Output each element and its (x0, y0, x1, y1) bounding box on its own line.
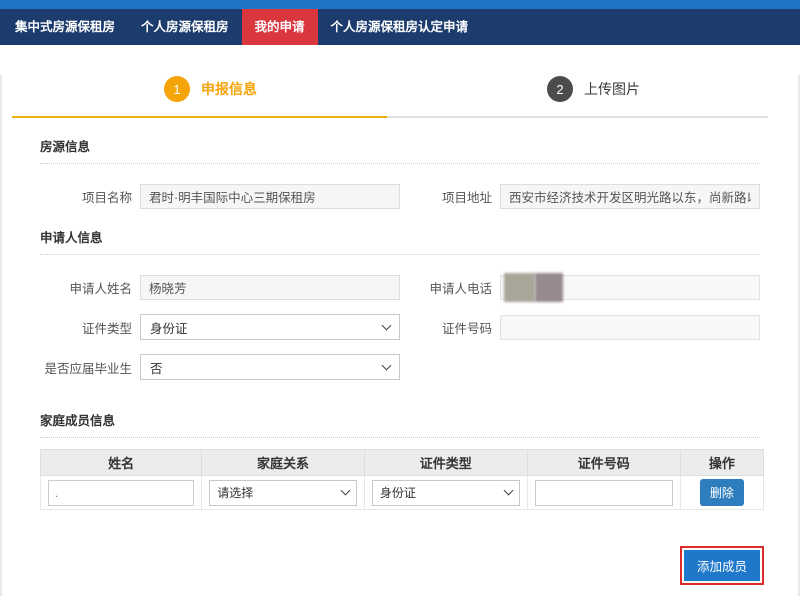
chevron-down-icon (340, 486, 350, 496)
redaction-blur-block (535, 273, 563, 302)
fresh-graduate-selected-value: 否 (150, 358, 163, 377)
section-title-housing-info: 房源信息 (40, 136, 760, 155)
chevron-down-icon (503, 486, 513, 496)
id-type-select[interactable]: 身份证 (140, 314, 400, 340)
family-members-table: 姓名 家庭关系 证件类型 证件号码 操作 请选择 (40, 449, 764, 510)
applicant-phone-label: 申请人电话 (400, 278, 492, 297)
header-actions: 操作 (680, 450, 763, 476)
nav-item-my-applications[interactable]: 我的申请 (242, 9, 318, 45)
section-divider (40, 437, 760, 438)
member-id-number-input[interactable] (535, 480, 673, 506)
project-address-field[interactable] (500, 184, 760, 209)
redaction-blur-block (504, 273, 535, 302)
nav-item-personal-housing-certification[interactable]: 个人房源保租房认定申请 (318, 9, 482, 45)
applicant-name-label: 申请人姓名 (40, 278, 132, 297)
section-divider (40, 163, 760, 164)
main-navbar: 集中式房源保租房 个人房源保租房 我的申请 个人房源保租房认定申请 (0, 9, 800, 45)
header-relation: 家庭关系 (202, 450, 365, 476)
id-type-label: 证件类型 (40, 318, 132, 337)
table-header-row: 姓名 家庭关系 证件类型 证件号码 操作 (41, 450, 764, 476)
member-name-input[interactable] (48, 480, 194, 506)
header-name: 姓名 (41, 450, 202, 476)
section-title-family-members: 家庭成员信息 (40, 410, 760, 429)
member-relation-selected-value: 请选择 (217, 484, 253, 501)
project-name-field[interactable] (140, 184, 400, 209)
add-member-button[interactable]: 添加成员 (684, 550, 760, 581)
step-upload-images[interactable]: 2 上传图片 (547, 76, 640, 102)
wizard-stepper: 1 申报信息 2 上传图片 (2, 75, 798, 103)
header-id-number: 证件号码 (527, 450, 680, 476)
chevron-down-icon (382, 360, 392, 370)
nav-item-personal-housing[interactable]: 个人房源保租房 (128, 9, 242, 45)
table-row: 请选择 身份证 删除 (41, 476, 764, 510)
project-address-label: 项目地址 (400, 187, 492, 206)
id-number-label: 证件号码 (400, 318, 492, 337)
nav-item-centralized-housing[interactable]: 集中式房源保租房 (2, 9, 128, 45)
fresh-graduate-select[interactable]: 否 (140, 354, 400, 380)
project-name-label: 项目名称 (40, 187, 132, 206)
delete-member-button[interactable]: 删除 (700, 479, 744, 506)
section-divider (40, 254, 760, 255)
fresh-graduate-label: 是否应届毕业生 (40, 358, 132, 377)
header-id-type: 证件类型 (364, 450, 527, 476)
member-id-type-selected-value: 身份证 (380, 484, 416, 501)
id-type-selected-value: 身份证 (150, 318, 188, 337)
applicant-name-field[interactable] (140, 275, 400, 300)
step-declare-info[interactable]: 1 申报信息 (164, 76, 257, 102)
id-number-field[interactable] (500, 315, 760, 340)
section-title-applicant-info: 申请人信息 (40, 227, 760, 246)
chevron-down-icon (382, 320, 392, 330)
member-id-type-select[interactable]: 身份证 (372, 480, 520, 506)
content-area: 1 申报信息 2 上传图片 房源信息 项目名称 项目地址 (0, 75, 800, 596)
step-1-label: 申报信息 (201, 79, 257, 99)
progress-rest-segment (387, 116, 768, 118)
progress-done-segment (12, 116, 387, 118)
step-1-circle: 1 (164, 76, 190, 102)
application-page: 集中式房源保租房 个人房源保租房 我的申请 个人房源保租房认定申请 1 申报信息… (0, 0, 800, 596)
member-relation-select[interactable]: 请选择 (209, 480, 357, 506)
red-annotation-box: 添加成员 (680, 546, 764, 585)
top-strip (0, 0, 800, 9)
step-2-circle: 2 (547, 76, 573, 102)
stepper-progress-line (12, 116, 768, 118)
step-2-label: 上传图片 (584, 79, 640, 99)
